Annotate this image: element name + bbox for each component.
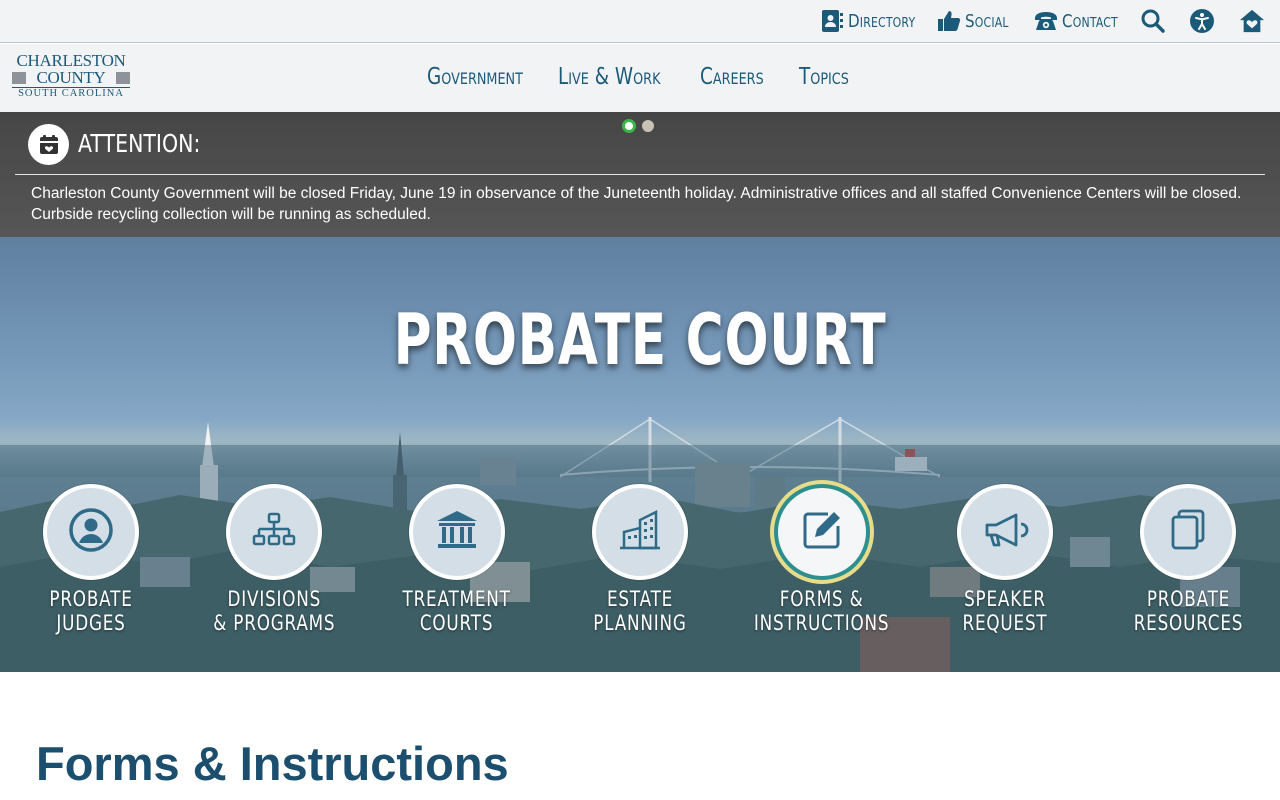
quick-link-probate-resources[interactable]: PROBATE RESOURCES <box>1098 484 1278 635</box>
logo-line-2-row: COUNTY <box>12 69 130 86</box>
quick-link-label-text: SPEAKER REQUEST <box>962 587 1048 635</box>
social-label: Social <box>965 10 1009 32</box>
directory-link[interactable]: Directory <box>819 8 928 34</box>
accessibility-icon <box>1189 8 1215 34</box>
quick-link-label: SPEAKER REQUEST <box>915 587 1095 635</box>
quick-link-circle-active <box>774 484 870 580</box>
quick-link-circle <box>1140 484 1236 580</box>
search-icon <box>1140 8 1166 34</box>
quick-link-circle <box>226 484 322 580</box>
quick-link-forms-instructions[interactable]: FORMS & INSTRUCTIONS <box>732 484 912 635</box>
hero-title: PROBATE COURT <box>0 299 1280 381</box>
quick-link-speaker-request[interactable]: SPEAKER REQUEST <box>915 484 1095 635</box>
nav-careers[interactable]: Careers <box>700 64 764 90</box>
nav-live-work[interactable]: Live & Work <box>558 64 660 90</box>
edit-form-icon <box>798 506 846 559</box>
nav-government[interactable]: Government <box>427 64 523 90</box>
alert-divider <box>15 174 1265 175</box>
quick-link-probate-judges[interactable]: PROBATE JUDGES <box>1 484 181 635</box>
person-icon <box>67 506 115 559</box>
social-link[interactable]: Social <box>936 8 1017 34</box>
hero-banner: PROBATE COURT PROBATE JUDGES DIVISIONS &… <box>0 237 1280 672</box>
phone-icon <box>1033 8 1059 34</box>
thumbs-up-icon <box>936 8 962 34</box>
contact-label: Contact <box>1062 10 1118 32</box>
buildings-icon <box>616 506 664 559</box>
accessibility-button[interactable] <box>1189 8 1215 34</box>
courthouse-icon <box>433 506 481 559</box>
logo-line-3: SOUTH CAROLINA <box>12 87 130 100</box>
quick-link-label: PROBATE RESOURCES <box>1098 587 1278 635</box>
nav-topics[interactable]: Topics <box>799 64 849 90</box>
quick-link-treatment-courts[interactable]: TREATMENT COURTS <box>367 484 547 635</box>
org-chart-icon <box>250 506 298 559</box>
quick-link-circle <box>592 484 688 580</box>
slide-dot-1[interactable] <box>622 119 636 133</box>
quick-link-label-text: TREATMENT COURTS <box>402 587 512 635</box>
documents-icon <box>1164 506 1212 559</box>
logo-line-1: CHARLESTON <box>16 51 126 70</box>
logo-block-right <box>116 71 130 84</box>
contact-link[interactable]: Contact <box>1033 8 1129 34</box>
logo-line-2: COUNTY <box>36 67 106 87</box>
quick-link-circle <box>957 484 1053 580</box>
search-button[interactable] <box>1140 8 1166 34</box>
quick-link-label-text: FORMS & INSTRUCTIONS <box>754 587 890 635</box>
quick-link-label-text: ESTATE PLANNING <box>593 587 687 635</box>
quick-link-label-text: PROBATE JUDGES <box>49 587 133 635</box>
directory-label: Directory <box>848 10 916 32</box>
quick-link-circle <box>409 484 505 580</box>
home-button[interactable] <box>1239 8 1265 34</box>
calendar-icon <box>28 124 69 165</box>
quick-link-divisions-programs[interactable]: DIVISIONS & PROGRAMS <box>184 484 364 635</box>
attention-alert: ATTENTION: Charleston County Government … <box>0 112 1280 237</box>
site-header: CHARLESTON COUNTY SOUTH CAROLINA Governm… <box>0 44 1280 112</box>
quick-link-label-text: DIVISIONS & PROGRAMS <box>212 587 336 635</box>
home-icon <box>1239 8 1265 34</box>
alert-title: ATTENTION: <box>78 129 201 158</box>
contact-book-icon <box>819 8 845 34</box>
quick-link-label-text: PROBATE RESOURCES <box>1133 587 1243 635</box>
megaphone-icon <box>981 506 1029 559</box>
utility-bar: Directory Social Contact <box>0 0 1280 43</box>
quick-link-label: FORMS & INSTRUCTIONS <box>732 587 912 635</box>
quick-link-label: TREATMENT COURTS <box>367 587 547 635</box>
quick-link-label: PROBATE JUDGES <box>1 587 181 635</box>
slide-dot-2[interactable] <box>642 120 654 132</box>
page-title: Forms & Instructions <box>36 737 509 790</box>
alert-message: Charleston County Government will be clo… <box>31 185 1242 223</box>
quick-link-circle <box>43 484 139 580</box>
alert-slide-dots <box>622 119 654 133</box>
county-logo[interactable]: CHARLESTON COUNTY SOUTH CAROLINA <box>12 51 130 101</box>
logo-block-left <box>12 71 26 84</box>
quick-link-label: ESTATE PLANNING <box>550 587 730 635</box>
quick-link-estate-planning[interactable]: ESTATE PLANNING <box>550 484 730 635</box>
quick-link-label: DIVISIONS & PROGRAMS <box>184 587 364 635</box>
hero-title-text: PROBATE COURT <box>393 299 887 381</box>
